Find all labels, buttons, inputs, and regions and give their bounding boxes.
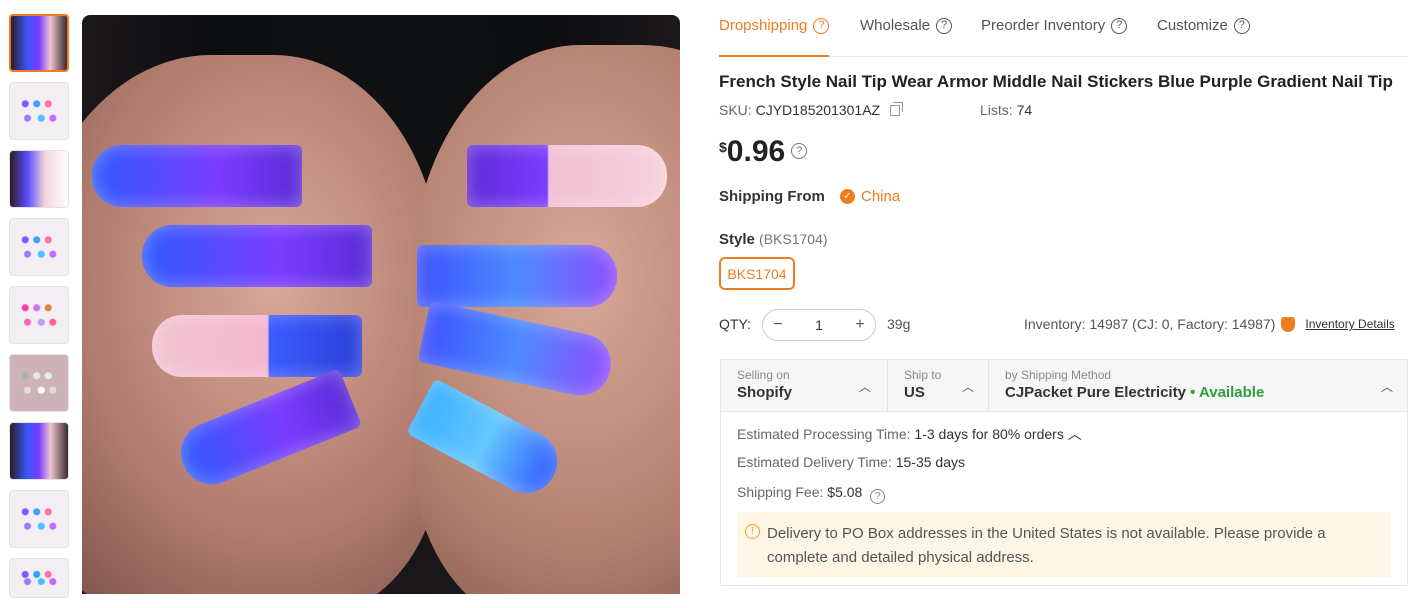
shipping-selector-bar: Selling on Shopify ︿ Ship to US ︿ by Shi… [721,360,1407,412]
processing-time-row: Estimated Processing Time: 1-3 days for … [737,424,1082,444]
thumbnail-4[interactable] [9,218,69,276]
thumbnail-8[interactable] [9,490,69,548]
processing-time-label: Estimated Processing Time: [737,426,911,442]
sku-label: SKU: [719,102,752,118]
help-icon[interactable]: ? [813,17,830,34]
ship-to-label: Ship to [904,368,942,382]
tab-label: Customize [1157,17,1228,34]
thumbnail-5[interactable] [9,286,69,344]
quantity-input[interactable] [793,316,845,334]
delivery-time-label: Estimated Delivery Time: [737,454,892,470]
tab-wholesale[interactable]: Wholesale ? [860,17,953,34]
thumbnail-1[interactable] [9,14,69,72]
po-box-warning: ! Delivery to PO Box addresses in the Un… [737,512,1391,577]
shield-icon [1281,316,1296,332]
delivery-time-row: Estimated Delivery Time: 15-35 days [737,454,965,470]
help-icon[interactable]: ? [870,489,886,504]
availability-status: • Available [1190,384,1265,401]
inventory-details-link[interactable]: Inventory Details [1305,317,1394,331]
shipping-method-dropdown[interactable]: by Shipping Method CJPacket Pure Electri… [989,360,1409,412]
active-tab-indicator [719,55,829,57]
warning-text: Delivery to PO Box addresses in the Unit… [767,525,1326,566]
chevron-up-icon: ︿ [858,380,871,394]
processing-time-value: 1-3 days for 80% orders [914,426,1064,442]
help-icon[interactable]: ? [1111,17,1128,34]
tab-label: Dropshipping [719,17,808,34]
shipping-fee-label: Shipping Fee: [737,484,824,500]
sku-info: SKU: CJYD185201301AZ [719,102,903,118]
sku-value: CJYD185201301AZ [755,102,881,118]
product-main-image [82,15,680,594]
shipping-from-label: Shipping From [719,188,825,205]
quantity-stepper: − + [762,309,876,341]
tab-label: Wholesale [860,17,931,34]
thumbnail-6[interactable] [9,354,69,412]
decrement-button[interactable]: − [763,316,793,334]
shipping-panel: Selling on Shopify ︿ Ship to US ︿ by Shi… [720,359,1408,586]
thumbnail-list [9,14,69,608]
warning-icon: ! [745,524,760,539]
help-icon[interactable]: ? [1233,17,1250,34]
shipping-method-value: CJPacket Pure Electricity [1005,384,1186,401]
quantity-label: QTY: [719,316,751,332]
shipping-from-value: China [861,188,901,205]
copy-icon[interactable] [890,102,903,116]
tab-label: Preorder Inventory [981,17,1106,34]
tab-customize[interactable]: Customize ? [1157,17,1250,34]
style-label-text: Style [719,231,755,248]
style-label: Style (BKS1704) [719,231,828,248]
inventory-text: Inventory: 14987 (CJ: 0, Factory: 14987) [1024,316,1276,332]
chevron-up-icon: ︿ [961,380,974,394]
shipping-fee-row: Shipping Fee: $5.08 ? [737,484,886,504]
help-icon[interactable]: ? [936,17,953,34]
product-weight: 39g [887,316,911,332]
help-icon[interactable]: ? [791,143,808,159]
style-option-bks1704[interactable]: BKS1704 [719,257,795,290]
inventory-info: Inventory: 14987 (CJ: 0, Factory: 14987)… [1024,316,1395,332]
shipping-from-option[interactable]: ✓ China [840,188,900,205]
ship-to-value: US [904,384,925,401]
price: $ 0.96 ? [719,135,808,169]
check-icon: ✓ [840,189,855,204]
thumbnail-9[interactable] [9,558,69,598]
lists-label: Lists: [980,102,1013,118]
thumbnail-7[interactable] [9,422,69,480]
tab-preorder-inventory[interactable]: Preorder Inventory ? [981,17,1128,34]
style-selected: (BKS1704) [759,231,828,247]
purchase-mode-tabs: Dropshipping ? Wholesale ? Preorder Inve… [719,0,1408,57]
tab-dropshipping[interactable]: Dropshipping ? [719,17,830,34]
chevron-up-icon: ︿ [1380,380,1393,394]
product-title: French Style Nail Tip Wear Armor Middle … [719,72,1393,91]
thumbnail-3[interactable] [9,150,69,208]
currency-symbol: $ [719,139,727,155]
selling-on-dropdown[interactable]: Selling on Shopify ︿ [721,360,887,412]
lists-info: Lists: 74 [980,102,1032,118]
price-value: 0.96 [726,135,786,168]
increment-button[interactable]: + [845,316,875,334]
delivery-time-value: 15-35 days [895,454,965,470]
lists-value: 74 [1016,102,1033,118]
chevron-up-icon[interactable]: ︿ [1068,426,1082,442]
shipping-fee-value: $5.08 [827,484,863,500]
shipping-method-label: by Shipping Method [1005,368,1112,382]
ship-to-dropdown[interactable]: Ship to US ︿ [888,360,988,412]
thumbnail-2[interactable] [9,82,69,140]
